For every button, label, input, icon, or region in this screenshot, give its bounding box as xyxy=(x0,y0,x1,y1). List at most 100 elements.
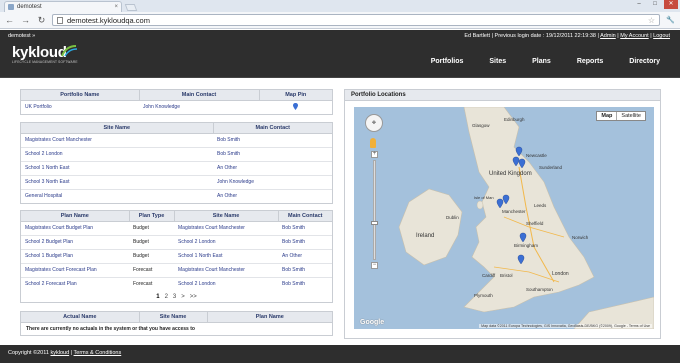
portfolio-locations-panel: Portfolio Locations United Kingdom Sunde… xyxy=(344,89,661,339)
bookmark-star-icon[interactable]: ☆ xyxy=(648,16,655,25)
main-contact-cell[interactable]: John Knowledge xyxy=(213,175,332,190)
main-contact-cell[interactable]: Bob Smith xyxy=(278,221,332,236)
google-logo[interactable]: Google xyxy=(360,319,384,326)
main-contact-cell[interactable]: Bob Smith xyxy=(278,235,332,250)
map-type-map-button[interactable]: Map xyxy=(597,112,618,120)
site-name-cell[interactable]: Magistrates Court Manchester xyxy=(174,263,278,278)
app-header: demotest » Ed Bartlett | Previous login … xyxy=(0,30,680,78)
main-contact-cell[interactable]: An Other xyxy=(213,161,332,176)
column-header[interactable]: Main Contact xyxy=(278,211,332,222)
plan-name-cell[interactable]: School 2 Budget Plan xyxy=(21,235,129,250)
back-arrow-icon[interactable]: ← xyxy=(4,15,15,26)
table-row[interactable]: School 3 North East John Knowledge xyxy=(21,175,332,190)
portfolio-name-cell[interactable]: UK Portfolio xyxy=(21,100,139,114)
site-name-cell[interactable]: School 2 London xyxy=(21,147,213,162)
main-contact-cell[interactable]: An Other xyxy=(213,189,332,203)
last-page-link[interactable]: >> xyxy=(190,294,197,300)
wrench-icon[interactable]: 🔧 xyxy=(665,15,676,26)
window-close-button[interactable]: ✕ xyxy=(664,0,678,9)
kykloud-logo[interactable]: kykloud LIFECYCLE MANAGEMENT SOFTWARE xyxy=(12,44,82,74)
column-header[interactable]: Plan Name xyxy=(207,312,332,323)
table-row[interactable]: School 1 North East An Other xyxy=(21,161,332,176)
zoom-in-button[interactable]: + xyxy=(371,151,378,158)
column-header[interactable]: Actual Name xyxy=(21,312,140,323)
site-name-cell[interactable]: School 2 London xyxy=(174,235,278,250)
table-row[interactable]: School 1 Budget Plan Budget School 1 North… xyxy=(21,249,332,264)
page-1-link[interactable]: 1 xyxy=(156,294,159,300)
site-name-cell[interactable]: School 3 North East xyxy=(21,175,213,190)
nav-directory[interactable]: Directory xyxy=(629,58,660,65)
table-row[interactable]: School 2 Forecast Plan Forecast School 2 L… xyxy=(21,277,332,291)
table-row[interactable]: Magistrates Court Forecast Plan Forecast M… xyxy=(21,263,332,278)
site-name-cell[interactable]: Magistrates Court Manchester xyxy=(174,221,278,236)
column-header[interactable]: Main Contact xyxy=(213,123,332,134)
plan-name-cell[interactable]: Magistrates Court Budget Plan xyxy=(21,221,129,236)
plan-type-cell: Forecast xyxy=(133,281,153,288)
column-header[interactable]: Plan Type xyxy=(129,211,175,222)
map-pin-icon[interactable] xyxy=(293,102,298,110)
my-account-link[interactable]: My Account xyxy=(620,33,648,39)
main-contact-cell[interactable]: John Knowledge xyxy=(139,100,259,114)
zoom-slider[interactable] xyxy=(371,160,378,260)
column-header[interactable]: Main Contact xyxy=(139,90,260,101)
main-contact-cell[interactable]: Bob Smith xyxy=(213,133,332,148)
plans-panel: Plan Name Plan Type Site Name Main Conta… xyxy=(20,210,333,303)
table-row[interactable]: School 2 London Bob Smith xyxy=(21,147,332,162)
forward-arrow-icon[interactable]: → xyxy=(20,15,31,26)
zoom-out-button[interactable]: − xyxy=(371,262,378,269)
pan-control-icon[interactable]: ✥ xyxy=(365,114,383,132)
table-row[interactable]: General Hospital An Other xyxy=(21,189,332,203)
column-header[interactable]: Site Name xyxy=(174,211,279,222)
column-header[interactable]: Site Name xyxy=(139,312,208,323)
main-contact-cell[interactable]: Bob Smith xyxy=(213,147,332,162)
new-tab-button[interactable] xyxy=(124,4,138,11)
street-view-pegman-icon[interactable] xyxy=(370,138,376,148)
maximize-button[interactable]: □ xyxy=(648,0,662,9)
page-2-link[interactable]: 2 xyxy=(165,294,168,300)
plan-name-cell[interactable]: School 2 Forecast Plan xyxy=(21,277,129,291)
plan-name-cell[interactable]: Magistrates Court Forecast Plan xyxy=(21,263,129,278)
site-name-cell[interactable]: School 2 London xyxy=(174,277,278,291)
main-contact-cell[interactable]: Bob Smith xyxy=(278,263,332,278)
site-name-cell[interactable]: Magistrates Court Manchester xyxy=(21,133,213,148)
column-header[interactable]: Map Pin xyxy=(259,90,332,101)
site-name-cell[interactable]: General Hospital xyxy=(21,189,213,203)
zoom-slider-handle[interactable] xyxy=(371,221,378,225)
nav-reports[interactable]: Reports xyxy=(577,58,603,65)
separator: | xyxy=(650,33,652,39)
table-row[interactable]: UK Portfolio John Knowledge xyxy=(21,100,332,114)
table-row[interactable]: Magistrates Court Budget Plan Budget Magis… xyxy=(21,221,332,236)
google-map[interactable]: United Kingdom Sunderland Leeds Manchest… xyxy=(354,107,654,329)
map-type-satellite-button[interactable]: Satellite xyxy=(617,112,645,120)
table-row[interactable]: Magistrates Court Manchester Bob Smith xyxy=(21,133,332,148)
address-bar[interactable]: demotest.kykloudqa.com ☆ xyxy=(52,14,660,26)
kykloud-link[interactable]: kykloud xyxy=(50,350,69,356)
nav-portfolios[interactable]: Portfolios xyxy=(431,58,464,65)
map-label: Ireland xyxy=(416,233,434,239)
map-pin-cell[interactable] xyxy=(259,100,332,114)
main-contact-cell[interactable]: Bob Smith xyxy=(278,277,332,291)
site-name-cell[interactable]: School 1 North East xyxy=(174,249,278,264)
nav-sites[interactable]: Sites xyxy=(489,58,506,65)
breadcrumb[interactable]: demotest » xyxy=(8,33,35,39)
minimize-button[interactable]: – xyxy=(632,0,646,9)
logo-swirl-icon xyxy=(61,45,78,57)
admin-link[interactable]: Admin xyxy=(600,33,616,39)
column-header[interactable]: Portfolio Name xyxy=(21,90,140,101)
column-header[interactable]: Site Name xyxy=(21,123,214,134)
main-contact-cell[interactable]: An Other xyxy=(278,249,332,264)
site-name-cell[interactable]: School 1 North East xyxy=(21,161,213,176)
plan-type-cell: Budget xyxy=(129,249,174,264)
column-header[interactable]: Plan Name xyxy=(21,211,130,222)
separator: | xyxy=(70,350,73,356)
table-row[interactable]: School 2 Budget Plan Budget School 2 Londo… xyxy=(21,235,332,250)
next-page-link[interactable]: > xyxy=(181,294,185,300)
browser-tab[interactable]: demotest × xyxy=(4,1,122,12)
nav-plans[interactable]: Plans xyxy=(532,58,551,65)
tab-close-icon[interactable]: × xyxy=(114,4,118,10)
reload-icon[interactable]: ↻ xyxy=(36,15,47,26)
terms-link[interactable]: Terms & Conditions xyxy=(74,350,122,356)
page-3-link[interactable]: 3 xyxy=(173,294,176,300)
logout-link[interactable]: Logout xyxy=(653,33,670,39)
plan-name-cell[interactable]: School 1 Budget Plan xyxy=(21,249,129,264)
